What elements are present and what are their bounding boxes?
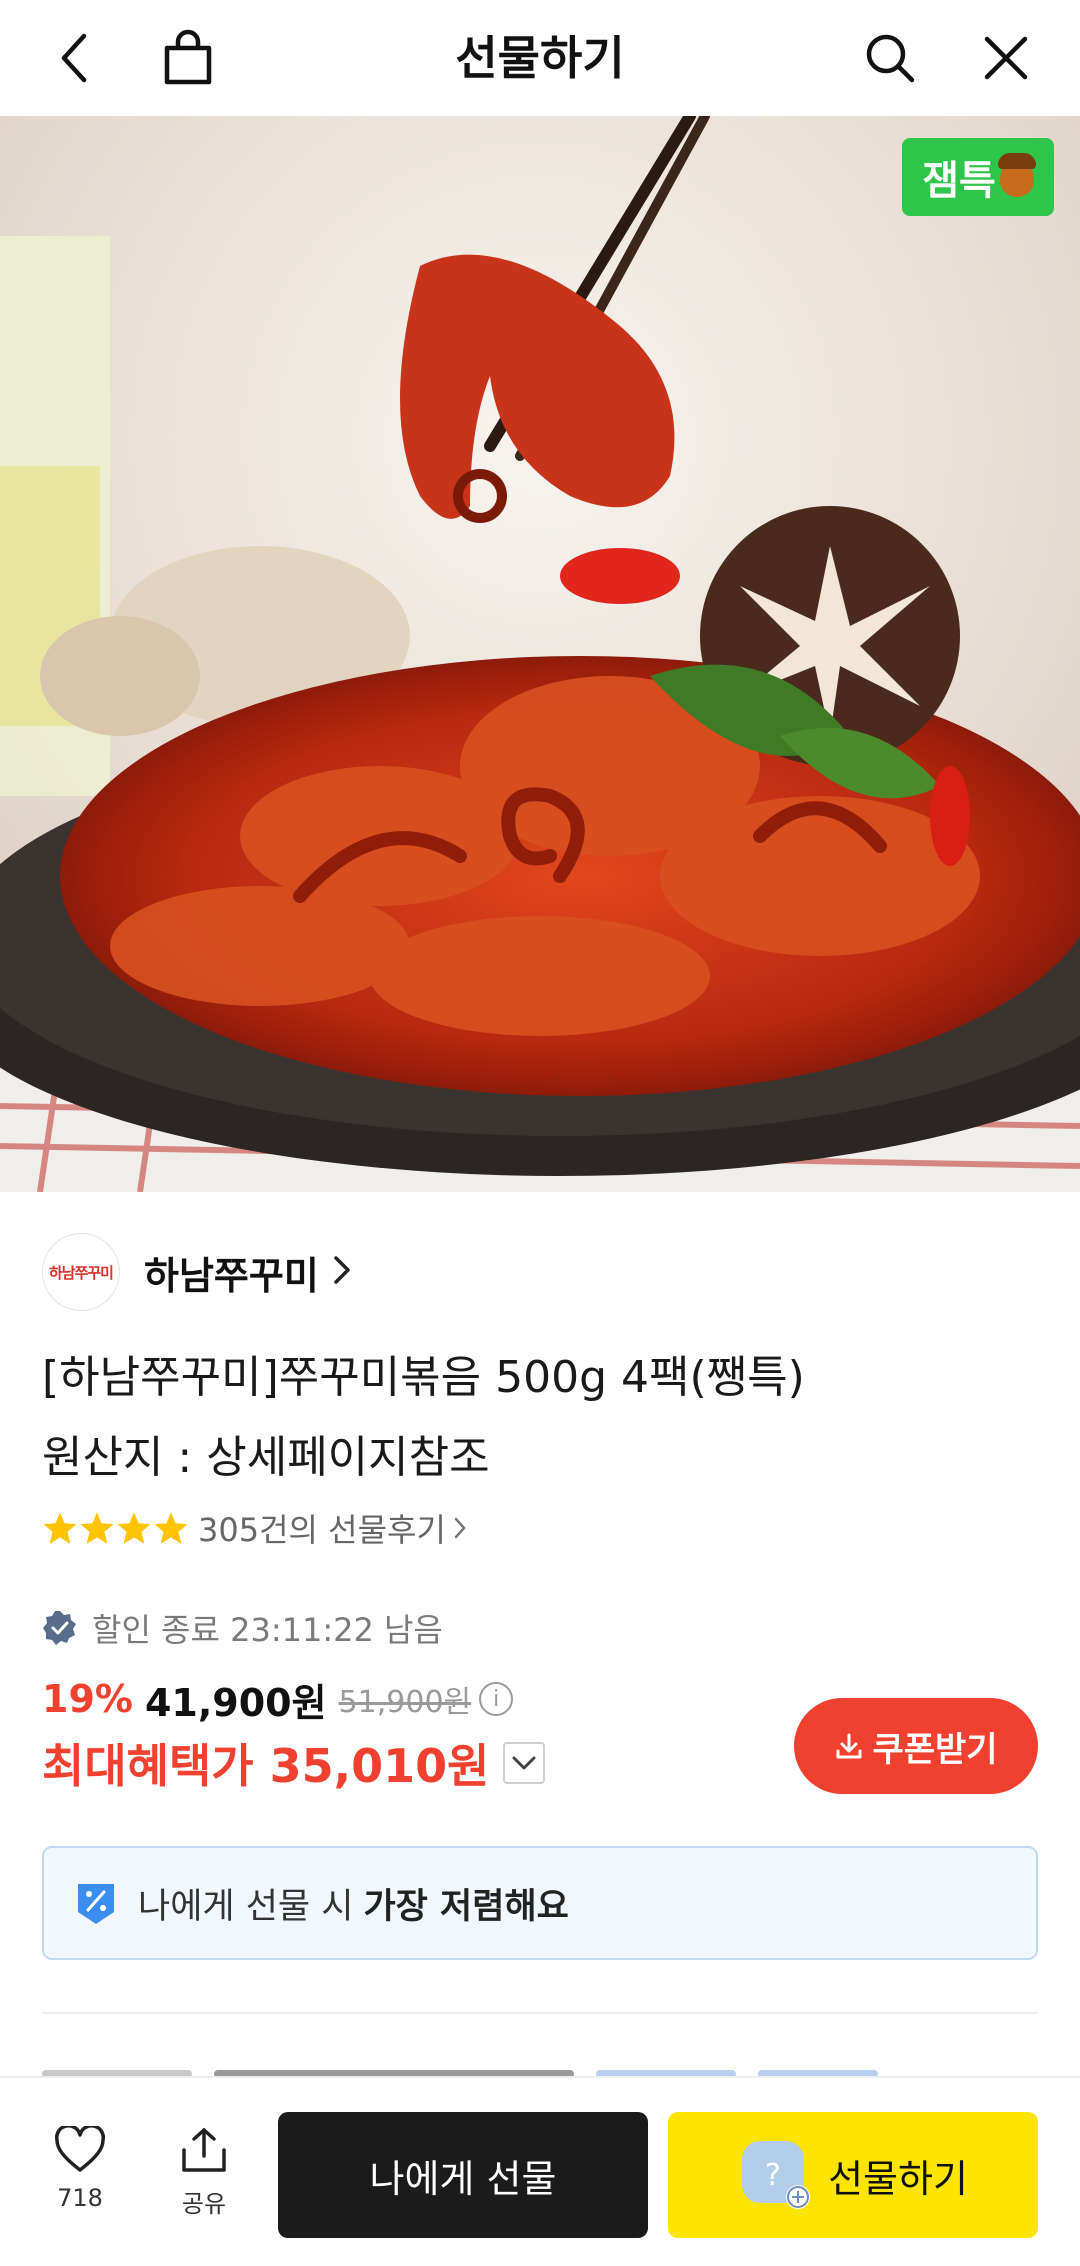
- sale-price: 41,900원: [144, 1680, 327, 1725]
- share-icon: [182, 2128, 226, 2172]
- product-hero-image[interactable]: 잼특: [0, 116, 1080, 1192]
- gift-button[interactable]: ? 선물하기: [668, 2112, 1038, 2238]
- top-bar: 선물하기: [0, 0, 1080, 116]
- product-photo: [0, 116, 1080, 1192]
- discount-tag-icon: [78, 1884, 114, 1924]
- avatar-glyph: ?: [765, 2158, 781, 2193]
- benefit-text: 나에게 선물 시: [138, 1886, 354, 1927]
- heart-icon: [54, 2124, 106, 2172]
- max-benefit-price: 최대혜택가 35,010원: [42, 1739, 490, 1793]
- close-icon[interactable]: [974, 26, 1038, 90]
- bottom-action-bar: 718 공유 나에게 선물 ? 선물하기: [0, 2076, 1080, 2266]
- share-button[interactable]: 공유: [164, 2126, 244, 2219]
- info-icon[interactable]: i: [479, 1682, 514, 1716]
- store-name: 하남쭈꾸미: [144, 1253, 319, 1298]
- chevron-right-icon: [331, 1253, 353, 1291]
- coupon-label: 쿠폰받기: [872, 1729, 998, 1770]
- price-row: 19% 41,900원 51,900원 i: [42, 1668, 514, 1730]
- jaengteuk-badge: 잼특: [902, 138, 1054, 216]
- self-gift-button[interactable]: 나에게 선물: [278, 2112, 648, 2238]
- product-title: [하남쭈꾸미]쭈꾸미볶음 500g 4팩(쨍특) 원산지 : 상세페이지참조: [42, 1338, 1042, 1498]
- store-link[interactable]: 하남쭈꾸미 하남쭈꾸미: [42, 1232, 353, 1312]
- product-title-line2: 원산지 : 상세페이지참조: [42, 1432, 490, 1483]
- self-gift-benefit-banner[interactable]: 나에게 선물 시 가장 저렴해요: [42, 1846, 1038, 1960]
- download-icon: [836, 1733, 862, 1759]
- discount-rate: 19%: [42, 1677, 133, 1721]
- max-benefit-row: 최대혜택가 35,010원: [42, 1728, 546, 1798]
- benefit-text-bold: 가장 저렴해요: [363, 1886, 569, 1927]
- chevron-right-icon: [454, 1517, 466, 1539]
- discount-badge-icon: [43, 1611, 76, 1645]
- star-icon: [43, 1512, 77, 1544]
- sale-timer-text: 할인 종료 23:11:22 남음: [92, 1611, 443, 1649]
- wishlist-count: 718: [57, 2184, 103, 2212]
- review-count-link[interactable]: 305건의 선물후기: [198, 1505, 446, 1551]
- badge-label: 잼특: [922, 158, 996, 204]
- store-logo: 하남쭈꾸미: [42, 1233, 120, 1311]
- coupon-download-button[interactable]: 쿠폰받기: [794, 1698, 1038, 1794]
- star-icon: [117, 1512, 151, 1544]
- section-divider: [42, 2012, 1038, 2014]
- original-price: 51,900원: [338, 1685, 472, 1720]
- gift-label: 선물하기: [828, 2156, 968, 2201]
- star-icon: [154, 1512, 188, 1544]
- self-gift-label: 나에게 선물: [369, 2156, 557, 2201]
- star-icon: [80, 1512, 114, 1544]
- chevron-down-icon[interactable]: [503, 1742, 546, 1784]
- product-title-line1: [하남쭈꾸미]쭈꾸미볶음 500g 4팩(쨍특): [42, 1352, 805, 1403]
- rating-row[interactable]: 305건의 선물후기: [42, 1500, 468, 1556]
- search-icon[interactable]: [858, 26, 922, 90]
- share-label: 공유: [181, 2190, 227, 2218]
- friend-avatar-icon: ?: [742, 2141, 811, 2209]
- acorn-icon: [997, 153, 1036, 197]
- sale-timer: 할인 종료 23:11:22 남음: [42, 1600, 443, 1656]
- wishlist-button[interactable]: 718: [40, 2124, 120, 2212]
